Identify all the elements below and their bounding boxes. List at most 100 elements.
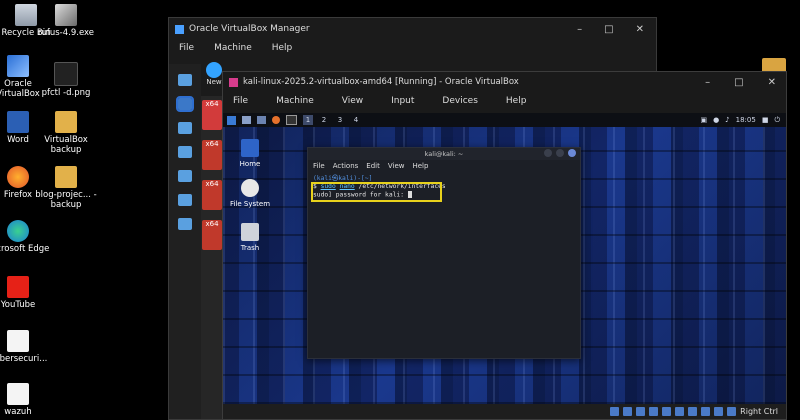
media-icon[interactable]	[178, 146, 192, 158]
display-icon[interactable]	[688, 407, 698, 416]
kali-vm-window: kali-linux-2025.2-virtualbox-amd64 [Runn…	[222, 71, 787, 420]
menu-actions[interactable]: Actions	[333, 162, 359, 170]
maximize-button[interactable]: □	[734, 77, 743, 88]
folder-icon	[55, 111, 77, 133]
shared-folders-icon[interactable]	[675, 407, 685, 416]
menu-edit[interactable]: Edit	[366, 162, 380, 170]
close-button[interactable]: ✕	[768, 77, 776, 88]
menu-view[interactable]: View	[342, 96, 363, 106]
recording-icon[interactable]	[701, 407, 711, 416]
minimize-button[interactable]: –	[577, 24, 582, 35]
minimize-button[interactable]: –	[705, 77, 710, 88]
workspace-4[interactable]: 4	[351, 115, 361, 125]
guest-trash-icon[interactable]: Trash	[225, 223, 275, 252]
home-folder-icon	[241, 139, 259, 157]
tools-icon[interactable]	[178, 74, 192, 86]
vm-list-item[interactable]: x64	[202, 180, 222, 210]
vm-list-item[interactable]: x64	[202, 100, 222, 130]
highlight-box	[311, 182, 442, 202]
virtualbox-icon	[229, 77, 238, 87]
machine-icon[interactable]	[176, 96, 194, 112]
menu-help[interactable]: Help	[272, 43, 293, 53]
mouse-integration-icon[interactable]	[727, 407, 737, 416]
network-icon[interactable]	[649, 407, 659, 416]
edge-icon	[7, 220, 29, 242]
vm-list-item[interactable]: x64	[202, 140, 222, 170]
vbm-titlebar[interactable]: Oracle VirtualBox Manager – □ ✕	[169, 18, 656, 40]
menu-file[interactable]: File	[233, 96, 248, 106]
clock[interactable]: 18:05	[736, 116, 756, 124]
desktop-icon-blog-project-backup[interactable]: blog-projec... - backup	[34, 166, 98, 210]
cloud-icon[interactable]	[178, 194, 192, 206]
terminal-window[interactable]: kali@kali: ~ File Actions Edit View Help…	[307, 147, 581, 359]
desktop-icon-label: Cybersecuri...	[0, 354, 48, 364]
terminal-title: kali@kali: ~	[424, 150, 464, 158]
menu-input[interactable]: Input	[391, 96, 414, 106]
folder-icon	[55, 166, 77, 188]
workspace-2[interactable]: 2	[319, 115, 329, 125]
desktop-icon-virtualbox-backup[interactable]: VirtualBox backup	[34, 111, 98, 155]
kali-menu-icon[interactable]	[227, 115, 236, 125]
menu-devices[interactable]: Devices	[442, 96, 477, 106]
guest-filesystem-icon[interactable]: File System	[225, 179, 275, 208]
drive-icon	[241, 179, 259, 197]
close-button[interactable]: ✕	[636, 24, 644, 35]
workspace-3[interactable]: 3	[335, 115, 345, 125]
network-icon[interactable]: ▣	[700, 116, 707, 124]
new-star-icon	[206, 62, 222, 78]
menu-file[interactable]: File	[313, 162, 325, 170]
desktop-icon-microsoft-edge[interactable]: Microsoft Edge	[0, 220, 50, 254]
menu-help[interactable]: Help	[506, 96, 527, 106]
kali-titlebar[interactable]: kali-linux-2025.2-virtualbox-amd64 [Runn…	[223, 72, 786, 92]
files-icon[interactable]	[242, 116, 251, 124]
power-icon[interactable]: ⏻	[774, 116, 780, 125]
lock-icon[interactable]: ■	[762, 116, 769, 124]
guest-display[interactable]: 1 2 3 4 ▣ ● ♪ 18:05 ■ ⏻ Home File System…	[223, 113, 786, 404]
kali-window-title: kali-linux-2025.2-virtualbox-amd64 [Runn…	[243, 77, 519, 87]
workspace-1[interactable]: 1	[303, 115, 313, 125]
network-icon[interactable]	[178, 170, 192, 182]
virtualbox-icon	[7, 55, 29, 77]
menu-file[interactable]: File	[179, 43, 194, 53]
vbm-title: Oracle VirtualBox Manager	[189, 24, 310, 34]
vbm-menubar: File Machine Help	[169, 40, 656, 56]
menu-help[interactable]: Help	[412, 162, 428, 170]
kali-menubar: File Machine View Input Devices Help	[223, 92, 786, 110]
desktop-icon-label: VirtualBox backup	[44, 135, 88, 155]
terminal-titlebar[interactable]: kali@kali: ~	[308, 148, 580, 160]
storage-icon[interactable]	[610, 407, 620, 416]
desktop-icon-label: blog-projec... - backup	[35, 190, 97, 210]
desktop-icon-cybersecurity[interactable]: Cybersecuri...	[0, 330, 50, 364]
terminal-menubar: File Actions Edit View Help	[308, 160, 580, 172]
firefox-icon[interactable]	[272, 116, 280, 124]
document-icon	[7, 330, 29, 352]
vm-list-item[interactable]: x64	[202, 220, 222, 250]
desktop-icon-wazuh[interactable]: wazuh	[0, 383, 50, 417]
guest-home-icon[interactable]: Home	[225, 139, 275, 168]
activities-icon[interactable]	[178, 218, 192, 230]
word-icon	[7, 111, 29, 133]
desktop-icon-youtube[interactable]: YouTube	[0, 276, 50, 310]
desktop-icon-rufus[interactable]: rufus-4.9.exe	[34, 4, 98, 38]
close-button[interactable]	[568, 149, 576, 157]
folder-icon[interactable]	[257, 116, 266, 124]
optical-drive-icon[interactable]	[623, 407, 633, 416]
notification-icon[interactable]: ●	[713, 116, 719, 124]
minimize-button[interactable]	[544, 149, 552, 157]
extensions-icon[interactable]	[178, 122, 192, 134]
kali-top-panel: 1 2 3 4 ▣ ● ♪ 18:05 ■ ⏻	[223, 113, 786, 127]
desktop-icon-pfctl[interactable]: pfctl -d.png	[34, 62, 98, 98]
menu-machine[interactable]: Machine	[276, 96, 314, 106]
maximize-button[interactable]: □	[604, 24, 613, 35]
cpu-icon[interactable]	[714, 407, 724, 416]
volume-icon[interactable]: ♪	[725, 116, 729, 124]
document-icon	[7, 383, 29, 405]
maximize-button[interactable]	[556, 149, 564, 157]
menu-machine[interactable]: Machine	[214, 43, 252, 53]
terminal-icon[interactable]	[286, 115, 297, 125]
audio-icon[interactable]	[636, 407, 646, 416]
image-file-icon	[54, 62, 78, 86]
usb-icon[interactable]	[662, 407, 672, 416]
desktop-icon-label: rufus-4.9.exe	[37, 28, 95, 38]
menu-view[interactable]: View	[388, 162, 405, 170]
